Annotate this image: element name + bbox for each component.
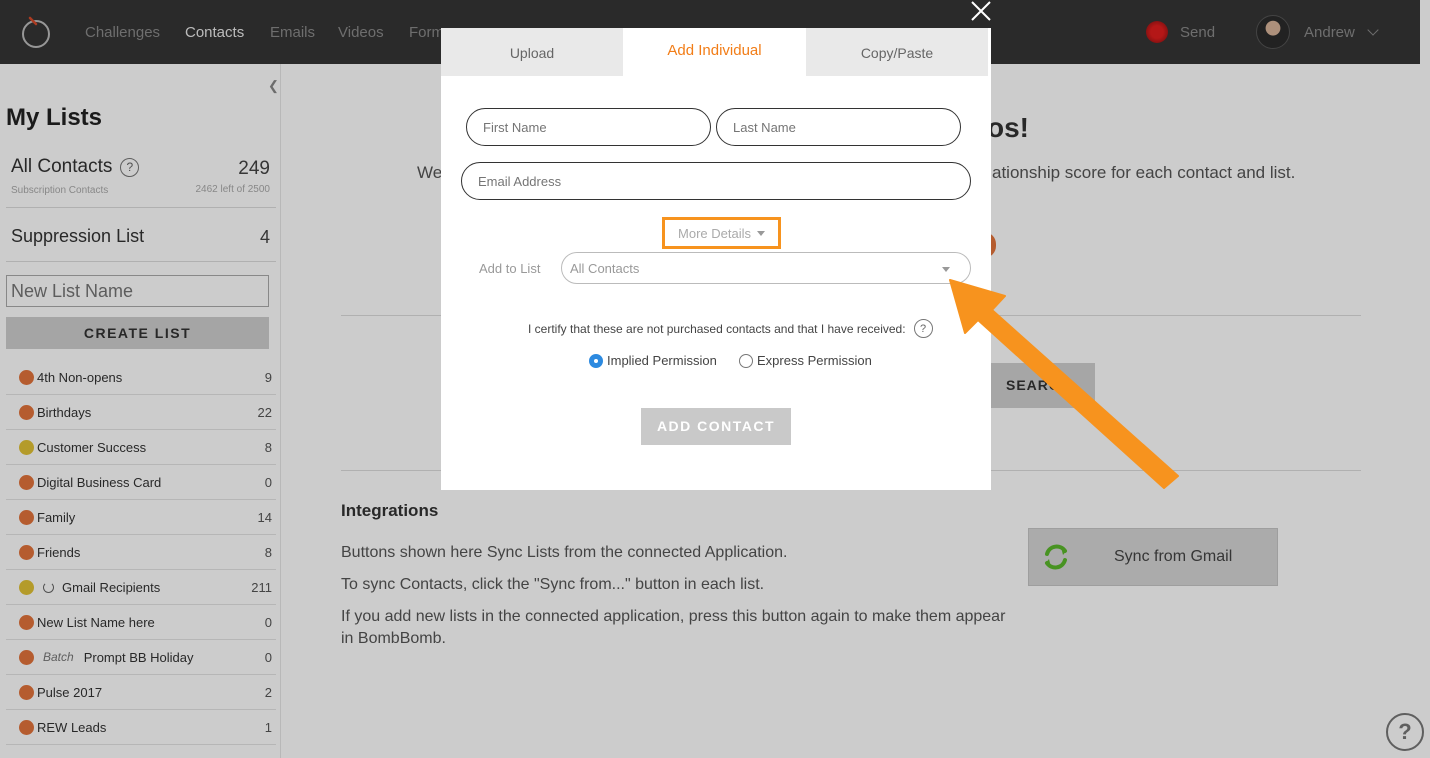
add-to-list-value: All Contacts bbox=[570, 260, 640, 276]
tab-upload[interactable]: Upload bbox=[441, 28, 623, 76]
email-address-input[interactable] bbox=[461, 162, 971, 200]
tab-copy-paste[interactable]: Copy/Paste bbox=[806, 28, 988, 76]
last-name-input[interactable] bbox=[716, 108, 961, 146]
implied-permission-radio[interactable]: Implied Permission bbox=[589, 353, 717, 368]
close-icon[interactable] bbox=[969, 0, 993, 22]
express-permission-radio[interactable]: Express Permission bbox=[739, 353, 872, 368]
tab-add-individual[interactable]: Add Individual bbox=[623, 28, 806, 76]
add-to-list-label: Add to List bbox=[479, 261, 541, 276]
caret-down-icon bbox=[942, 267, 950, 272]
more-details-label: More Details bbox=[678, 225, 751, 241]
add-contact-button[interactable]: ADD CONTACT bbox=[641, 408, 791, 445]
implied-permission-label: Implied Permission bbox=[607, 353, 717, 368]
certify-text: I certify that these are not purchased c… bbox=[528, 321, 906, 336]
more-details-toggle[interactable]: More Details bbox=[662, 217, 781, 249]
radio-unchecked-icon bbox=[739, 353, 753, 368]
caret-down-icon bbox=[756, 230, 765, 236]
express-permission-label: Express Permission bbox=[757, 353, 872, 368]
first-name-input[interactable] bbox=[466, 108, 711, 146]
add-to-list-select[interactable]: All Contacts bbox=[561, 252, 971, 284]
radio-checked-icon bbox=[589, 353, 603, 368]
add-contacts-modal: Upload Add Individual Copy/Paste More De… bbox=[441, 28, 991, 490]
certify-statement: I certify that these are not purchased c… bbox=[528, 319, 933, 338]
modal-tabs: Upload Add Individual Copy/Paste bbox=[441, 28, 991, 76]
help-icon[interactable]: ? bbox=[913, 319, 933, 338]
